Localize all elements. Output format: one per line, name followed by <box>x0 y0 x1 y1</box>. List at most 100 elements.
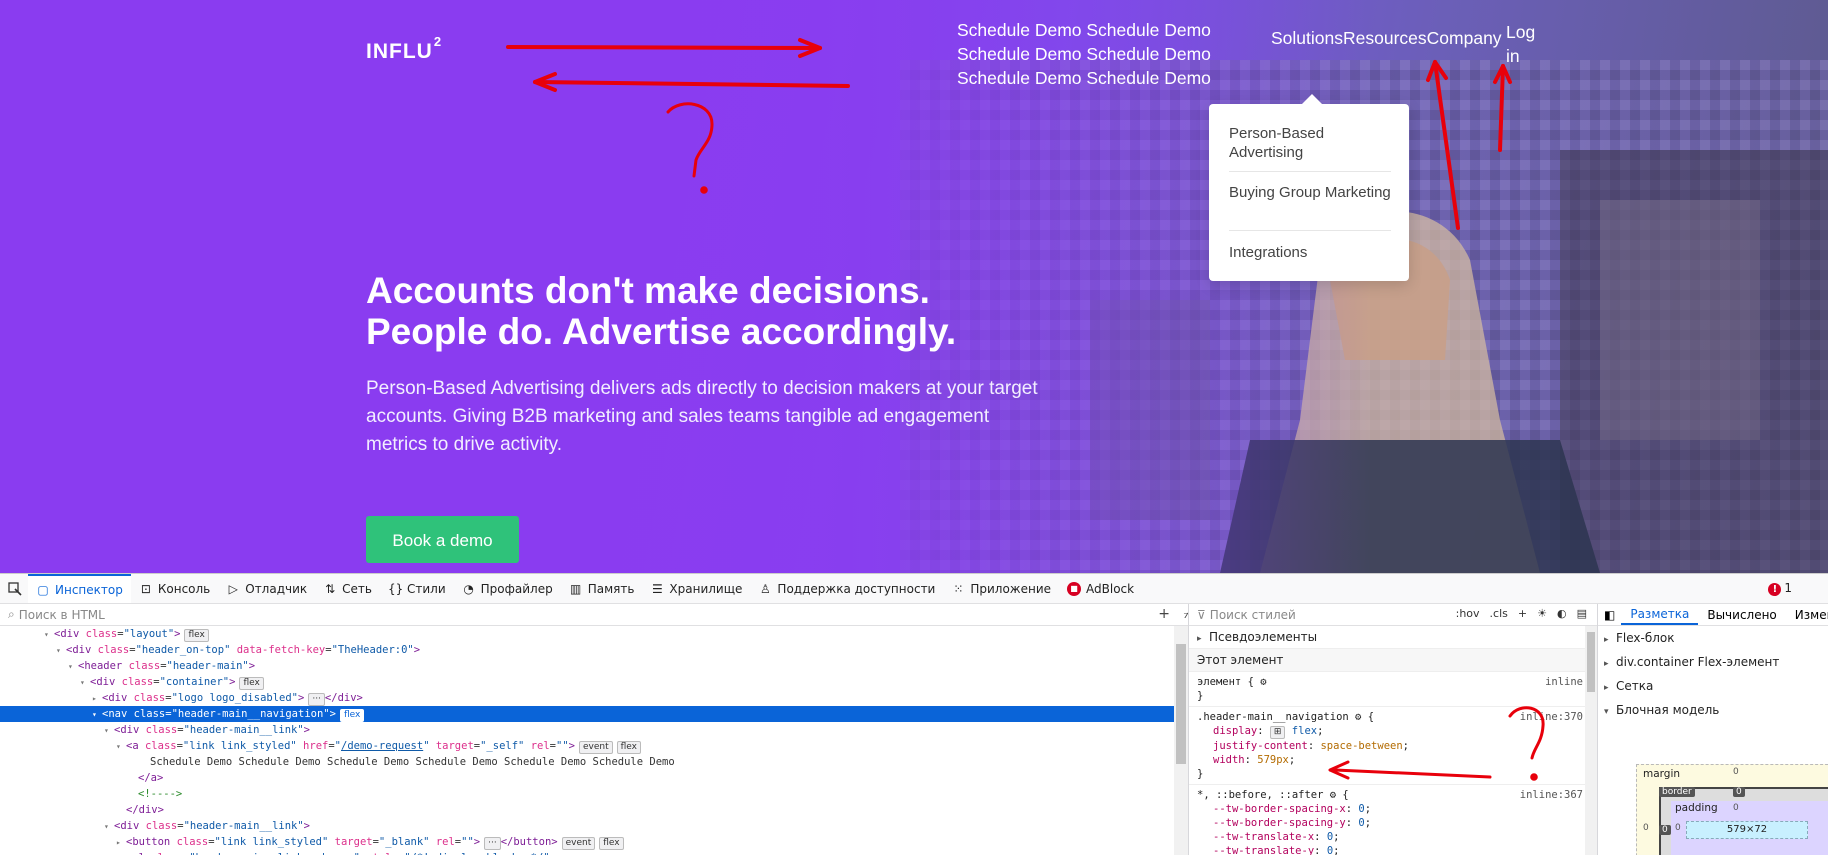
nav-solutions[interactable]: Solutions <box>1271 28 1343 49</box>
css-value-width[interactable]: 579px <box>1257 754 1289 766</box>
tab-console[interactable]: ⊡ Консоль <box>131 574 218 603</box>
collapse-icon[interactable]: ▾ <box>56 643 66 659</box>
tree-node[interactable]: ▾ <a class="link link_styled" href="/demo… <box>0 738 1188 754</box>
tab-application[interactable]: ⁙ Приложение <box>943 574 1059 603</box>
element-inline-rule[interactable]: элемент { ⚙ } inline <box>1189 672 1597 707</box>
tab-accessibility[interactable]: ♙ Поддержка доступности <box>750 574 943 603</box>
nav-login[interactable]: Log in <box>1506 20 1546 68</box>
border-top-value[interactable]: 0 <box>1733 787 1745 797</box>
tree-node-selected[interactable]: ▾ <nav class="header-main__navigation"> fl… <box>0 706 1188 722</box>
add-node-icon[interactable]: + <box>1158 606 1170 622</box>
scrollbar-thumb[interactable] <box>1587 632 1595 692</box>
expand-icon[interactable]: ▸ <box>92 691 102 707</box>
styles-scrollbar[interactable] <box>1585 626 1597 855</box>
tab-debugger[interactable]: ▷ Отладчик <box>218 574 315 603</box>
collapse-icon[interactable]: ▾ <box>68 659 78 675</box>
dropdown-item-buying-group-marketing[interactable]: Buying Group Marketing <box>1229 183 1391 202</box>
tree-node[interactable]: ▾<ul class="header-main__link-submenu" s… <box>0 850 1188 855</box>
print-media-icon[interactable]: ▤ <box>1577 607 1587 620</box>
css-value[interactable]: 0 <box>1358 817 1364 829</box>
tab-memory[interactable]: ▥ Память <box>561 574 643 603</box>
nav-resources[interactable]: Resources <box>1343 28 1427 49</box>
padding-top-value[interactable]: 0 <box>1733 803 1739 813</box>
rule-source[interactable]: inline <box>1545 675 1583 689</box>
tree-node[interactable]: Schedule Demo Schedule Demo Schedule Dem… <box>0 754 1188 770</box>
gear-icon[interactable]: ⚙ <box>1355 711 1361 723</box>
css-value[interactable]: 0 <box>1358 803 1364 815</box>
light-theme-icon[interactable]: ☀ <box>1537 607 1547 620</box>
styles-filter-input[interactable]: ⊽ Поиск стилей :hov .cls + ☀ ◐ ▤ <box>1189 604 1597 626</box>
css-property[interactable]: --tw-translate-x <box>1213 831 1314 843</box>
padding-left-value[interactable]: 0 <box>1675 823 1681 833</box>
tab-changes[interactable]: Измен <box>1786 608 1828 622</box>
dark-theme-icon[interactable]: ◐ <box>1557 607 1567 620</box>
tab-storage[interactable]: ☰ Хранилище <box>642 574 750 603</box>
box-model-border[interactable]: border 0 0 padding 0 0 579×72 0 <box>1659 787 1828 855</box>
expand-icon[interactable]: ▸ <box>116 835 126 851</box>
tree-node[interactable]: </a> <box>0 770 1188 786</box>
dropdown-item-person-based-advertising[interactable]: Person-Based Advertising <box>1229 124 1391 162</box>
influ2-logo[interactable]: INFLU2 <box>366 34 442 64</box>
panel-toggle-icon[interactable]: ◧ <box>1598 608 1621 622</box>
flex-container-section[interactable]: ▸ Flex-блок <box>1598 626 1828 650</box>
flex-badge[interactable]: flex <box>184 629 209 642</box>
element-picker-icon[interactable] <box>8 581 22 596</box>
tree-node[interactable]: ▸ <div class="logo logo_disabled"> ··· </di… <box>0 690 1188 706</box>
collapse-icon[interactable]: ▾ <box>44 627 54 643</box>
rule-source[interactable]: inline:367 <box>1520 788 1583 802</box>
dropdown-item-integrations[interactable]: Integrations <box>1229 243 1391 262</box>
error-count-badge[interactable]: ! 1 <box>1768 581 1792 596</box>
tab-network[interactable]: ⇅ Сеть <box>315 574 380 603</box>
hov-toggle[interactable]: :hov <box>1456 607 1480 620</box>
flex-badge[interactable]: flex <box>239 677 264 690</box>
schedule-demo-link[interactable]: Schedule Demo Schedule Demo Schedule Dem… <box>957 20 1211 88</box>
universal-rule[interactable]: *, ::before, ::after ⚙ { --tw-border-spa… <box>1189 785 1597 855</box>
margin-left-value[interactable]: 0 <box>1643 823 1649 833</box>
tab-computed[interactable]: Вычислено <box>1698 608 1785 622</box>
css-property[interactable]: display <box>1213 725 1257 737</box>
margin-top-value[interactable]: 0 <box>1733 767 1739 777</box>
collapse-icon[interactable]: ▾ <box>104 723 114 739</box>
tree-node[interactable]: ▾ <div class="header-main__link"> <box>0 722 1188 738</box>
box-model-margin[interactable]: margin 0 0 border 0 0 padding 0 0 579×72… <box>1636 764 1828 855</box>
collapse-icon[interactable]: ▾ <box>116 851 126 855</box>
collapse-icon[interactable]: ▾ <box>92 707 102 723</box>
css-value[interactable]: 0 <box>1327 831 1333 843</box>
tab-style-editor[interactable]: {} Стили <box>380 574 454 603</box>
tab-performance[interactable]: ◔ Профайлер <box>454 574 561 603</box>
html-search-input[interactable]: ⌕ Поиск в HTML + ⌿ <box>0 604 1188 626</box>
tab-inspector[interactable]: ▢ Инспектор <box>28 574 131 603</box>
book-demo-button[interactable]: Book a demo <box>366 516 519 563</box>
flex-badge[interactable]: flex <box>339 709 365 722</box>
gear-icon[interactable]: ⚙ <box>1330 789 1336 801</box>
tree-node[interactable]: </div> <box>0 802 1188 818</box>
css-value[interactable]: space-between <box>1320 740 1402 752</box>
flex-badge[interactable]: flex <box>599 837 624 850</box>
flex-item-section[interactable]: ▸ div.container Flex-элемент <box>1598 650 1828 674</box>
tree-node[interactable]: ▾ <div class="header_on-top" data-fetch-k… <box>0 642 1188 658</box>
tree-node[interactable]: ▸ <button class="link link_styled" target… <box>0 834 1188 850</box>
tree-node[interactable]: ▾ <div class="layout"> flex <box>0 626 1188 642</box>
border-left-value[interactable]: 0 <box>1659 825 1671 835</box>
css-property[interactable]: justify-content <box>1213 740 1308 752</box>
cls-toggle[interactable]: .cls <box>1490 607 1508 620</box>
css-property[interactable]: --tw-border-spacing-x <box>1213 803 1346 815</box>
box-model-section[interactable]: ▾ Блочная модель <box>1598 698 1828 722</box>
collapse-icon[interactable]: ▾ <box>80 675 90 691</box>
flex-badge[interactable]: flex <box>616 741 641 754</box>
pseudo-elements-section[interactable]: ▸ Псевдоэлементы <box>1189 626 1597 649</box>
tree-node[interactable]: ▾ <div class="header-main__link"> <box>0 818 1188 834</box>
rule-source[interactable]: inline:370 <box>1520 710 1583 724</box>
tab-adblock[interactable]: ■ AdBlock <box>1059 574 1142 603</box>
gear-icon[interactable]: ⚙ <box>1260 676 1266 688</box>
nav-schedule-demo[interactable]: Schedule Demo Schedule Demo Schedule Dem… <box>957 18 1222 90</box>
collapse-icon[interactable]: ▾ <box>104 819 114 835</box>
tree-node[interactable]: <!----> <box>0 786 1188 802</box>
tree-scrollbar[interactable] <box>1174 626 1188 855</box>
header-nav-rule[interactable]: .header-main__navigation ⚙ { display: ⊞ … <box>1189 707 1597 785</box>
add-rule-icon[interactable]: + <box>1518 607 1527 620</box>
tab-layout[interactable]: Разметка <box>1621 604 1699 625</box>
css-value[interactable]: flex <box>1292 725 1317 737</box>
tree-node[interactable]: ▾ <div class="container"> flex <box>0 674 1188 690</box>
css-property[interactable]: width <box>1213 754 1245 766</box>
